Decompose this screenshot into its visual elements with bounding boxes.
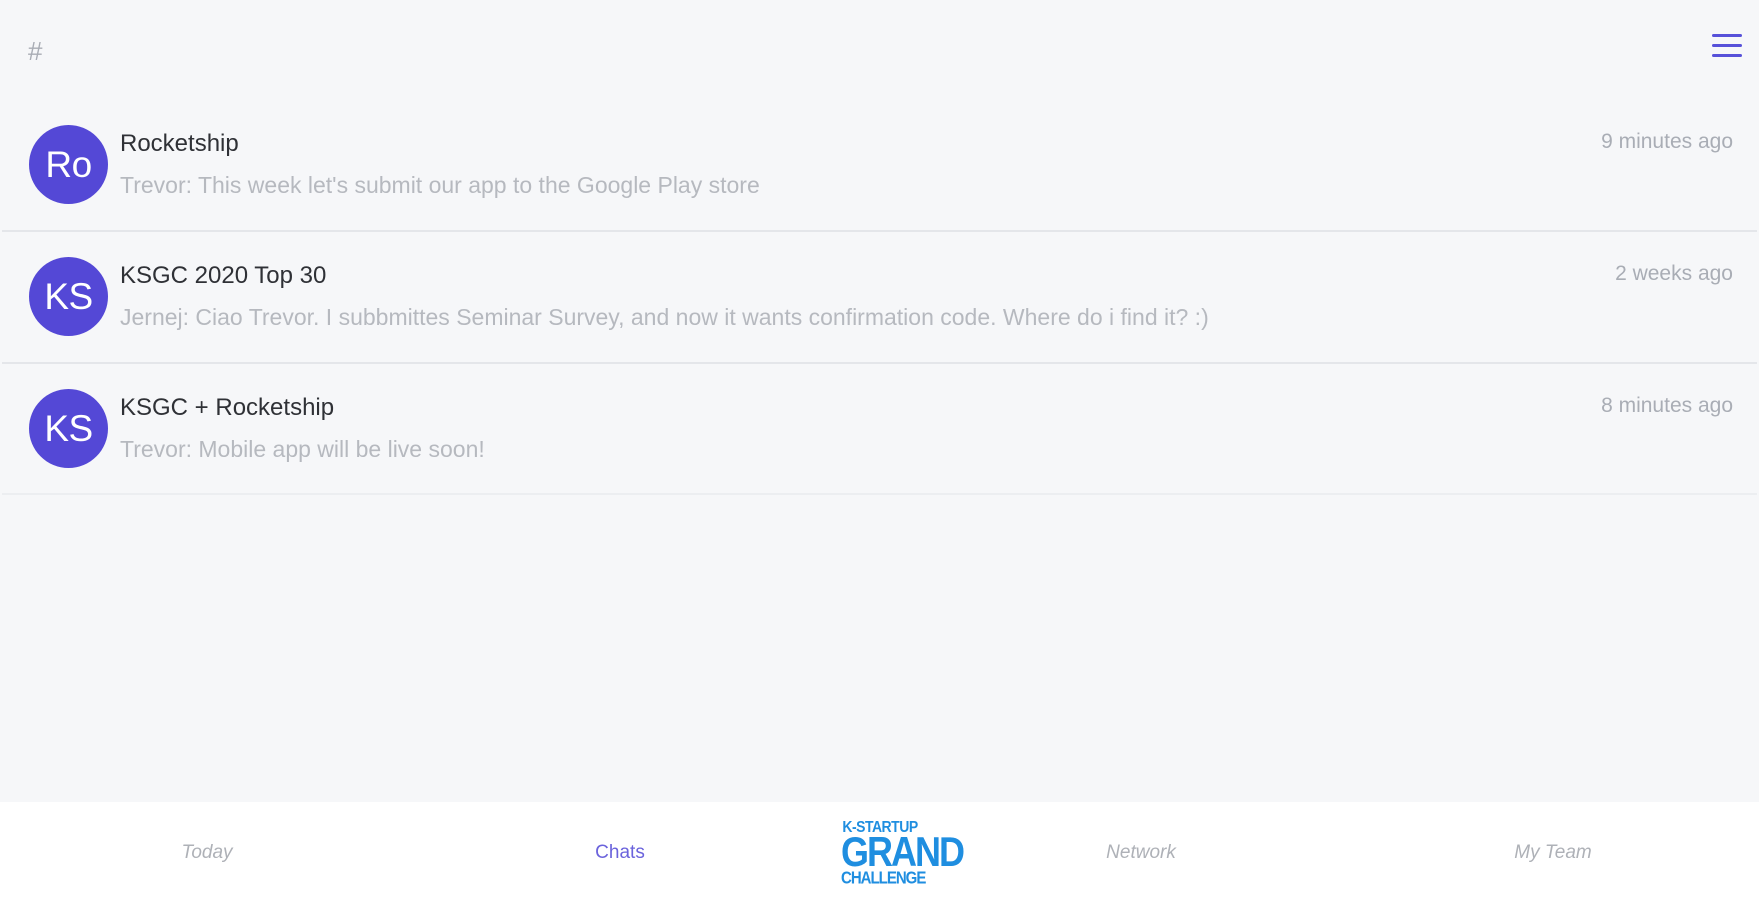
logo-line-2: GRAND xyxy=(841,827,965,875)
chat-timestamp: 8 minutes ago xyxy=(1601,394,1733,417)
chat-item-ksgc-rocketship[interactable]: KS KSGC + Rocketship 8 minutes ago Trevo… xyxy=(2,364,1757,495)
avatar: KS xyxy=(29,389,108,468)
menu-line xyxy=(1712,54,1742,57)
avatar: KS xyxy=(29,257,108,336)
chat-app: # Ro Rocketship 9 minutes ago Trevor: Th… xyxy=(0,0,1759,900)
nav-today[interactable]: Today xyxy=(181,842,232,864)
chat-name: KSGC 2020 Top 30 xyxy=(120,262,327,289)
chat-last-message: Jernej: Ciao Trevor. I subbmittes Semina… xyxy=(120,304,1209,330)
nav-network[interactable]: Network xyxy=(1106,842,1176,864)
menu-line xyxy=(1712,34,1742,37)
chat-item-ksgc-top-30[interactable]: KS KSGC 2020 Top 30 2 weeks ago Jernej: … xyxy=(2,232,1757,364)
hamburger-menu-icon[interactable] xyxy=(1709,30,1745,62)
chat-name: Rocketship xyxy=(120,130,239,157)
nav-my-team[interactable]: My Team xyxy=(1514,842,1591,864)
chat-last-message: Trevor: Mobile app will be live soon! xyxy=(120,436,485,462)
top-bar: # xyxy=(0,0,1759,100)
hash-icon: # xyxy=(28,36,43,66)
nav-chats[interactable]: Chats xyxy=(595,842,645,864)
logo-line-3: CHALLENGE xyxy=(841,868,926,889)
chat-item-rocketship[interactable]: Ro Rocketship 9 minutes ago Trevor: This… xyxy=(2,100,1757,232)
chat-name: KSGC + Rocketship xyxy=(120,394,335,421)
chat-last-message: Trevor: This week let's submit our app t… xyxy=(120,172,760,198)
menu-line xyxy=(1712,44,1742,47)
chat-list: Ro Rocketship 9 minutes ago Trevor: This… xyxy=(2,100,1757,495)
k-startup-grand-challenge-logo[interactable]: K-STARTUP GRAND CHALLENGE xyxy=(841,818,965,889)
chat-timestamp: 9 minutes ago xyxy=(1601,130,1733,153)
bottom-nav: Today Chats K-STARTUP GRAND CHALLENGE Ne… xyxy=(0,802,1759,900)
chat-timestamp: 2 weeks ago xyxy=(1615,262,1733,285)
avatar: Ro xyxy=(29,125,108,204)
